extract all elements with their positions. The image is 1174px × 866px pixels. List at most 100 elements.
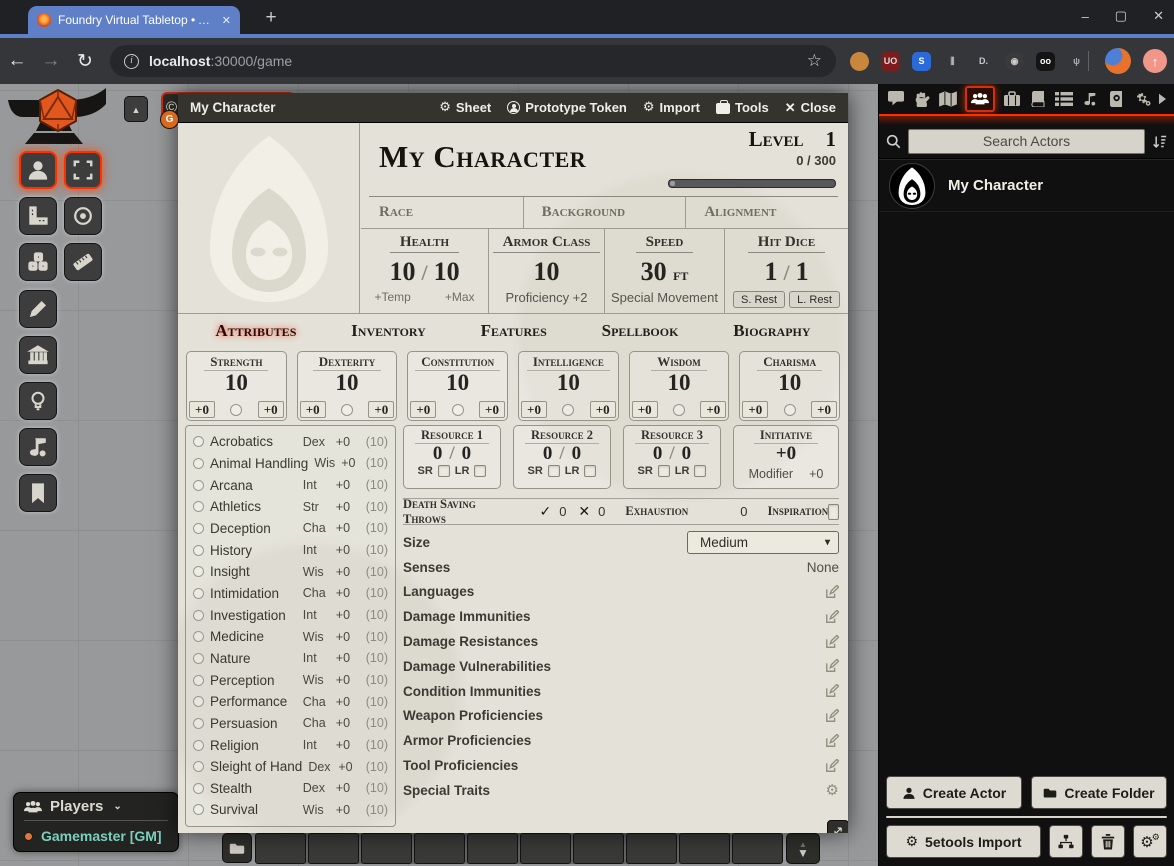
macro-slot[interactable] — [520, 833, 571, 864]
tab-scenes[interactable] — [939, 91, 957, 107]
tab-close-icon[interactable]: ✕ — [222, 14, 231, 27]
Intimidation[interactable]: Intimidation Cha +0 (10) — [193, 586, 388, 601]
sheet-tab[interactable]: Attributes — [215, 321, 296, 341]
select-targets-tool-button[interactable] — [64, 151, 102, 189]
edit-icon[interactable] — [825, 709, 839, 723]
Survival[interactable]: Survival Wis +0 (10) — [193, 802, 388, 817]
character-sheet-window[interactable]: My Character ⚙ Sheet Prototype Token ⚙ I… — [178, 93, 848, 833]
resource-block[interactable]: Resource 1 0/0 SR LR — [403, 425, 501, 489]
save-modifier[interactable]: +0 — [632, 401, 658, 418]
History[interactable]: History Int +0 (10) — [193, 543, 388, 558]
skill-proficiency-radio[interactable] — [193, 696, 204, 707]
xp-display[interactable]: 0 / 300 — [749, 153, 836, 168]
create-actor-button[interactable]: Create Actor — [886, 776, 1022, 809]
special-traits-gear-icon[interactable]: ⚙ — [826, 781, 839, 799]
browser-update-icon[interactable]: ↑ — [1143, 49, 1167, 73]
skill-proficiency-radio[interactable] — [193, 610, 204, 621]
Wisdom[interactable]: Wisdom 10 +0 +0 — [629, 351, 730, 421]
cookie-extension[interactable] — [850, 52, 869, 71]
size-select[interactable]: Medium▾ — [687, 531, 839, 554]
delete-button[interactable] — [1091, 825, 1125, 858]
new-tab-button[interactable]: + — [258, 5, 284, 31]
health-block[interactable]: Health 10/10 +Temp+Max — [361, 229, 489, 313]
ruler-tool-button[interactable] — [64, 243, 102, 281]
configure-settings-button[interactable]: ⚙⚙ — [1133, 825, 1167, 858]
s-extension[interactable]: S — [912, 52, 931, 71]
page-down-icon[interactable]: ▼ — [797, 849, 809, 857]
save-modifier[interactable]: +0 — [410, 401, 436, 418]
sheet-tab[interactable]: Features — [481, 321, 547, 341]
Strength[interactable]: Strength 10 +0 +0 — [186, 351, 287, 421]
Investigation[interactable]: Investigation Int +0 (10) — [193, 608, 388, 623]
check-modifier[interactable]: +0 — [368, 401, 394, 418]
window-header[interactable]: My Character ⚙ Sheet Prototype Token ⚙ I… — [178, 93, 848, 123]
sidebar-collapse-icon[interactable] — [1159, 91, 1166, 107]
sort-filter-icon[interactable] — [1152, 134, 1167, 149]
level-display[interactable]: Level1 — [749, 127, 836, 152]
dice-tool-button[interactable] — [19, 243, 57, 281]
Performance[interactable]: Performance Cha +0 (10) — [193, 694, 388, 709]
box-dots-extension[interactable]: oo — [1036, 52, 1055, 71]
detail-field[interactable]: Alignment — [686, 197, 848, 228]
Nature[interactable]: Nature Int +0 (10) — [193, 651, 388, 666]
Charisma[interactable]: Charisma 10 +0 +0 — [739, 351, 840, 421]
reload-button[interactable]: ↻ — [68, 50, 102, 73]
detail-field[interactable]: Race — [361, 197, 524, 228]
death-success-count[interactable]: 0 — [559, 504, 566, 519]
sounds-tool-button[interactable] — [19, 428, 57, 466]
armor-class-block[interactable]: Armor Class 10 Proficiency +2 — [489, 229, 605, 313]
macro-slot[interactable] — [679, 833, 730, 864]
skill-proficiency-radio[interactable] — [193, 545, 204, 556]
sliders-extension[interactable]: ⫼ — [943, 52, 962, 71]
check-modifier[interactable]: +0 — [700, 401, 726, 418]
ability-score[interactable]: 10 — [187, 371, 286, 395]
macro-slot[interactable] — [255, 833, 306, 864]
fivetools-import-button[interactable]: ⚙ 5etools Import — [886, 825, 1041, 858]
long-rest-checkbox[interactable] — [474, 465, 486, 477]
lighting-tool-button[interactable] — [19, 382, 57, 420]
hit-dice-block[interactable]: Hit Dice 1/1 S. Rest L. Rest — [725, 229, 848, 313]
tab-actors[interactable] — [965, 86, 995, 112]
Constitution[interactable]: Constitution 10 +0 +0 — [407, 351, 508, 421]
sheet-config-button[interactable]: ⚙ Sheet — [439, 100, 491, 115]
short-rest-checkbox[interactable] — [438, 465, 450, 477]
proficiency-radio[interactable] — [341, 404, 353, 416]
page-up-icon[interactable]: ▲ — [799, 841, 807, 849]
sheet-tab[interactable]: Biography — [733, 321, 810, 341]
close-window-button[interactable]: ✕ Close — [785, 100, 836, 116]
macro-slot[interactable] — [732, 833, 783, 864]
measure-tool-button[interactable] — [19, 197, 57, 235]
Dexterity[interactable]: Dexterity 10 +0 +0 — [297, 351, 398, 421]
tab-compendium[interactable] — [1107, 91, 1125, 107]
window-minimize-button[interactable]: – — [1082, 9, 1089, 24]
ability-score[interactable]: 10 — [630, 371, 729, 395]
macro-slot[interactable] — [573, 833, 624, 864]
skill-proficiency-radio[interactable] — [193, 480, 204, 491]
ability-score[interactable]: 10 — [408, 371, 507, 395]
death-fail-count[interactable]: 0 — [598, 504, 605, 519]
hit-dice-value[interactable]: 1/1 — [725, 257, 848, 287]
detail-field[interactable]: Background — [524, 197, 687, 228]
search-actors-input[interactable]: Search Actors — [908, 129, 1145, 154]
proficiency-radio[interactable] — [452, 404, 464, 416]
tab-chat[interactable] — [887, 91, 905, 107]
tab-playlists[interactable] — [1081, 91, 1099, 107]
url-text[interactable]: localhost:30000/game — [149, 53, 797, 69]
prototype-token-button[interactable]: Prototype Token — [507, 100, 627, 115]
browser-tab[interactable]: Foundry Virtual Tabletop • A Stan ✕ — [28, 6, 240, 34]
token-tool-button[interactable] — [19, 151, 57, 189]
Arcana[interactable]: Arcana Int +0 (10) — [193, 478, 388, 493]
ability-score[interactable]: 10 — [740, 371, 839, 395]
hp-value[interactable]: 10/10 — [361, 257, 488, 287]
walls-tool-button[interactable] — [19, 336, 57, 374]
skill-proficiency-radio[interactable] — [193, 523, 204, 534]
save-modifier[interactable]: +0 — [189, 401, 215, 418]
back-button[interactable]: ← — [0, 50, 34, 72]
character-name[interactable]: My Character — [379, 139, 586, 175]
skill-proficiency-radio[interactable] — [193, 588, 204, 599]
actor-avatar[interactable] — [889, 163, 935, 209]
skill-proficiency-radio[interactable] — [193, 718, 204, 729]
site-info-icon[interactable]: i — [124, 54, 139, 69]
save-modifier[interactable]: +0 — [521, 401, 547, 418]
skill-proficiency-radio[interactable] — [193, 501, 204, 512]
